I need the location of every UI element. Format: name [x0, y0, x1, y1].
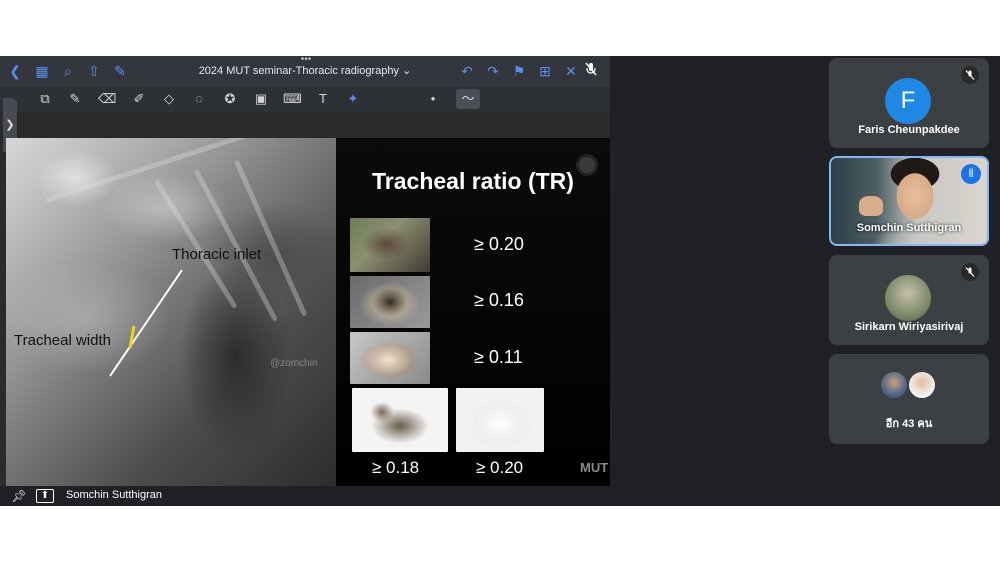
- tabby-cat-photo: [352, 388, 448, 452]
- slide-title: Tracheal ratio (TR): [372, 168, 574, 194]
- pen-mic-icon[interactable]: ✎: [111, 62, 129, 80]
- bookmark-icon[interactable]: ⚑: [510, 62, 528, 80]
- notes-app-topbar: ❮ ▦ ⌕ ⇧ ✎ ••• 2024 MUT seminar-Thoracic …: [0, 56, 610, 86]
- avatar: [907, 370, 937, 400]
- text-icon[interactable]: T: [314, 91, 332, 107]
- shapes-icon[interactable]: ◇: [160, 91, 178, 107]
- ratio-bulldog: ≥ 0.11: [474, 347, 523, 367]
- share-icon[interactable]: ⇧: [85, 62, 103, 80]
- camera-dot: [576, 154, 598, 176]
- ratio-labrador: ≥ 0.20: [474, 234, 524, 254]
- image-icon[interactable]: ▣: [252, 91, 270, 107]
- participant-tile-active-speaker[interactable]: ⦀ Somchin Sutthigran: [829, 156, 989, 246]
- meeting-stage: ❮ ▦ ⌕ ⇧ ✎ ••• 2024 MUT seminar-Thoracic …: [0, 56, 1000, 506]
- undo-icon[interactable]: ↶: [458, 62, 476, 80]
- persian-cat-photo: [456, 388, 544, 452]
- watermark: @zomchin: [270, 358, 318, 369]
- document-title-text: 2024 MUT seminar-Thoracic radiography: [198, 65, 400, 77]
- speaking-indicator-icon: ⦀: [961, 164, 981, 184]
- shared-screen: ❮ ▦ ⌕ ⇧ ✎ ••• 2024 MUT seminar-Thoracic …: [0, 56, 610, 506]
- eraser-icon[interactable]: ⌫: [98, 91, 116, 107]
- document-title[interactable]: 2024 MUT seminar-Thoracic radiography ⌄: [190, 64, 420, 77]
- participant-name: Faris Cheunpakdee: [858, 124, 960, 136]
- bulldog-photo: [350, 332, 430, 384]
- mic-off-icon: [582, 62, 600, 80]
- avatar: [885, 275, 931, 321]
- search-icon[interactable]: ⌕: [59, 62, 77, 80]
- xray-annotations: [109, 269, 183, 377]
- pen-icon[interactable]: ✎: [66, 91, 84, 107]
- ratio-persian-cat: ≥ 0.20: [476, 458, 524, 477]
- participant-name: Sirikarn Wiriyasirivaj: [854, 321, 964, 333]
- pin-icon[interactable]: 📌︎: [11, 488, 27, 504]
- chevron-left-icon[interactable]: ❮: [6, 62, 24, 80]
- add-page-icon[interactable]: ⊞: [536, 62, 554, 80]
- close-icon[interactable]: ✕: [562, 62, 580, 80]
- participant-tile[interactable]: Sirikarn Wiriyasirivaj: [829, 255, 989, 345]
- chevron-down-icon: ⌄: [402, 65, 412, 77]
- mic-off-icon: [961, 263, 979, 281]
- thoracic-inlet-line: [109, 269, 183, 377]
- more-participants-tile[interactable]: อีก 43 คน: [829, 354, 989, 444]
- tracheal-width-marker: [128, 325, 136, 349]
- hand-in-video: [859, 196, 883, 216]
- participant-tile[interactable]: F Faris Cheunpakdee: [829, 58, 989, 148]
- labrador-photo: [350, 218, 430, 272]
- mut-logo: MUT: [580, 460, 609, 475]
- dot-icon[interactable]: •: [424, 91, 442, 107]
- presenter-name: Somchin Sutthigran: [66, 489, 162, 501]
- pug-photo: [350, 276, 430, 328]
- participant-name: Somchin Sutthigran: [856, 222, 962, 234]
- slide: Thoracic inlet Tracheal width @zomchin T…: [6, 138, 610, 486]
- stroke-icon[interactable]: 〜: [459, 91, 477, 107]
- drawing-toolbar: ⧉ ✎ ⌫ ✐ ◇ ◌ ✪ ▣ ⌨ T ✦ • 〜: [0, 86, 610, 112]
- ratio-tabby-cat: ≥ 0.18: [372, 458, 420, 477]
- mic-off-icon: [961, 66, 979, 84]
- avatar: [879, 370, 909, 400]
- more-participants-label: อีก 43 คน: [885, 418, 933, 430]
- slide-content: Tracheal ratio (TR) ≥ 0.20 ≥ 0.16 ≥ 0.11…: [336, 138, 610, 486]
- thoracic-inlet-label: Thoracic inlet: [172, 246, 262, 263]
- avatar: F: [885, 78, 931, 124]
- xray-image: Thoracic inlet Tracheal width @zomchin: [6, 138, 336, 486]
- present-screen-icon: ⬆: [36, 489, 54, 503]
- keyboard-icon[interactable]: ⌨: [283, 91, 302, 107]
- laser-icon[interactable]: ✦: [344, 91, 362, 107]
- tracheal-width-label: Tracheal width: [14, 332, 111, 349]
- lasso-icon[interactable]: ◌: [190, 91, 208, 107]
- canvas-margin: [0, 112, 610, 138]
- window-grip[interactable]: •••: [296, 56, 316, 65]
- scan-icon[interactable]: ⧉: [36, 91, 54, 107]
- star-icon[interactable]: ✪: [221, 91, 239, 107]
- redo-icon[interactable]: ↷: [484, 62, 502, 80]
- ratio-pug: ≥ 0.16: [474, 290, 524, 310]
- highlighter-icon[interactable]: ✐: [130, 91, 148, 107]
- grid-icon[interactable]: ▦: [33, 62, 51, 80]
- presenter-bar: 📌︎ ⬆ Somchin Sutthigran: [0, 486, 610, 506]
